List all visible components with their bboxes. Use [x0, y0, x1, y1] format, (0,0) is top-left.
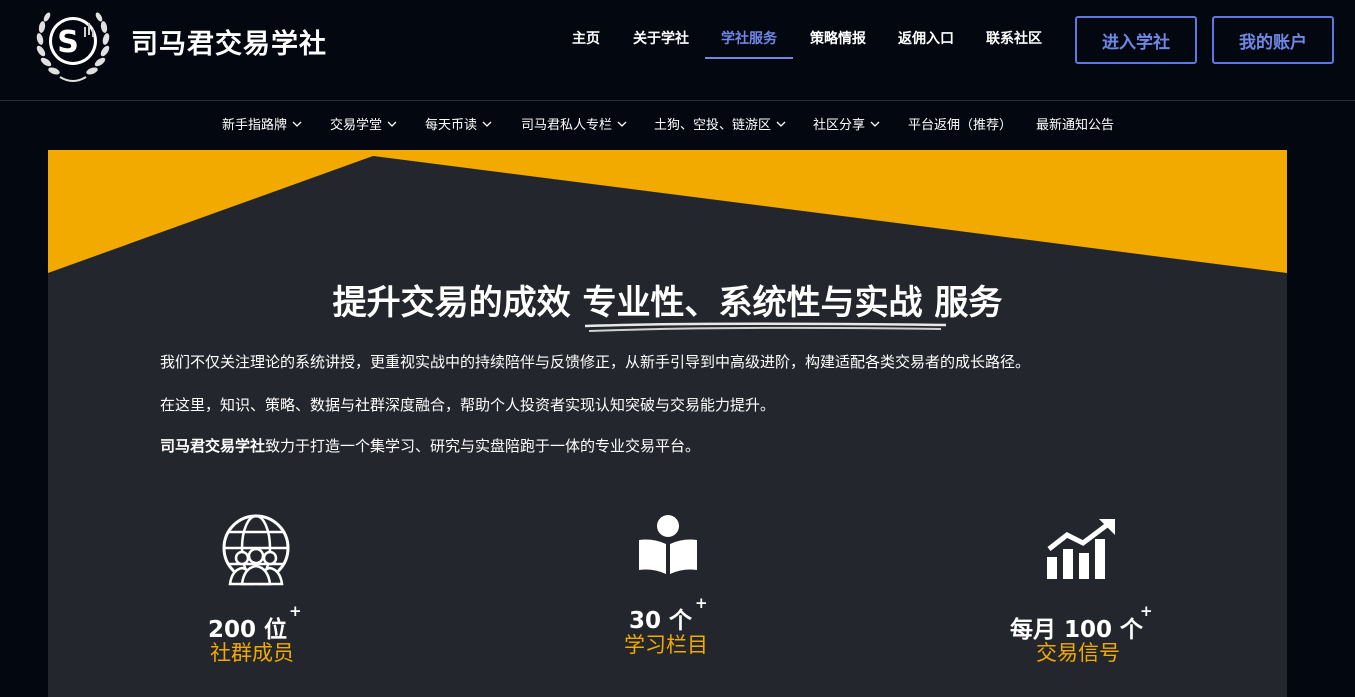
hero-paragraph-3-rest: 致力于打造一个集学习、研究与实盘陪跑于一体的专业交易平台。	[265, 437, 701, 455]
sub-nav: 新手指路牌 交易学堂 每天币读 司马君私人专栏 土狗、空投、链游区 社区分享 平…	[0, 102, 1355, 146]
hero-paragraph-1: 我们不仅关注理论的系统讲授，更重视实战中的持续陪伴与反馈修正，从新手引导到中高级…	[160, 353, 1031, 371]
globe-community-icon	[222, 514, 290, 586]
subnav-label: 交易学堂	[330, 118, 383, 133]
subnav-beginner-guide[interactable]: 新手指路牌	[222, 114, 303, 133]
subnav-trading-school[interactable]: 交易学堂	[330, 114, 398, 133]
hero-paragraph-2: 在这里，知识、策略、数据与社群深度融合，帮助个人投资者实现认知突破与交易能力提升…	[160, 396, 776, 414]
nav-services[interactable]: 学社服务	[705, 30, 793, 59]
subnav-label: 平台返佣（推荐）	[908, 118, 1013, 133]
chevron-down-icon	[482, 121, 492, 127]
brush-underline-icon	[584, 322, 946, 332]
stat-signals-plus: +	[1140, 602, 1153, 620]
nav-about[interactable]: 关于学社	[633, 30, 689, 59]
subnav-label: 新手指路牌	[222, 118, 288, 133]
chevron-down-icon	[617, 121, 627, 127]
hero-title-highlight: 专业性、系统性与实战	[582, 275, 946, 332]
nav-strategy[interactable]: 策略情报	[810, 30, 866, 59]
subnav-platform-rebate[interactable]: 平台返佣（推荐）	[908, 114, 1012, 133]
subnav-private-column[interactable]: 司马君私人专栏	[521, 114, 628, 133]
laurel-logo-icon: S	[36, 12, 110, 82]
reader-book-icon	[639, 515, 697, 574]
subnav-label: 每天币读	[425, 118, 478, 133]
hero-paragraph-3-brand: 司马君交易学社	[160, 437, 266, 455]
hero-yellow-banner	[48, 150, 1287, 273]
enter-academy-button[interactable]: 进入学社	[1075, 16, 1197, 64]
subnav-airdrop-gamefi[interactable]: 土狗、空投、链游区	[654, 114, 787, 133]
nav-home[interactable]: 主页	[572, 30, 600, 59]
subnav-community-share[interactable]: 社区分享	[813, 114, 881, 133]
subnav-label: 司马君私人专栏	[521, 118, 613, 133]
nav-contact[interactable]: 联系社区	[986, 30, 1042, 59]
chevron-down-icon	[870, 121, 880, 127]
hero-title-prefix: 提升交易的成效	[332, 283, 583, 323]
stat-signals-label: 交易信号	[1036, 641, 1120, 665]
chevron-down-icon	[776, 121, 786, 127]
logo-letter: S	[57, 25, 79, 60]
hero-title: 提升交易的成效 专业性、系统性与实战 服务	[48, 275, 1287, 332]
page: S 司马君交易学社 主页 关于学社 学社服务 策略情报 返佣入口 联系社区 进入…	[0, 0, 1355, 697]
subnav-label: 最新通知公告	[1036, 118, 1115, 133]
stat-members-plus: +	[289, 602, 302, 620]
hero-paragraph-3: 司马君交易学社致力于打造一个集学习、研究与实盘陪跑于一体的专业交易平台。	[160, 436, 700, 456]
services-hero: 提升交易的成效 专业性、系统性与实战 服务 我们不仅关注理论的系统讲授，更重视实…	[48, 150, 1287, 697]
chevron-down-icon	[292, 121, 302, 127]
brand-name[interactable]: 司马君交易学社	[131, 22, 327, 61]
my-account-button[interactable]: 我的账户	[1212, 16, 1334, 64]
hero-title-suffix: 服务	[922, 283, 1003, 323]
subnav-label: 土狗、空投、链游区	[654, 118, 772, 133]
nav-rebate[interactable]: 返佣入口	[898, 30, 954, 59]
stat-columns-label: 学习栏目	[624, 633, 708, 657]
subnav-daily-coin[interactable]: 每天币读	[425, 114, 493, 133]
brand-logo[interactable]: S	[30, 5, 116, 91]
stat-columns-plus: +	[695, 594, 708, 612]
subnav-announcements[interactable]: 最新通知公告	[1036, 114, 1114, 133]
hero-title-highlight-text: 专业性、系统性与实战	[582, 283, 923, 323]
chevron-down-icon	[387, 121, 397, 127]
site-header: S 司马君交易学社 主页 关于学社 学社服务 策略情报 返佣入口 联系社区 进入…	[0, 0, 1355, 101]
growth-chart-icon	[1047, 519, 1115, 579]
subnav-label: 社区分享	[813, 118, 866, 133]
stat-members-label: 社群成员	[210, 641, 294, 665]
